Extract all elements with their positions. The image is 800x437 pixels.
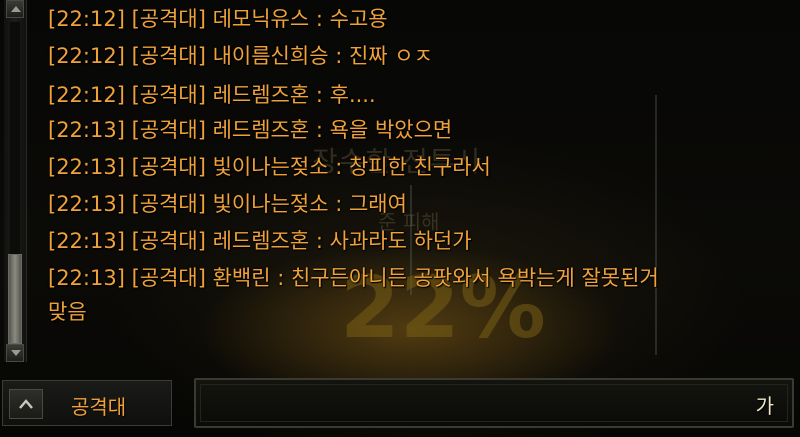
chat-message: [22:13] [공격대] 환백린 : 친구든아니든 공팟와서 욕박는게 잘못된… — [48, 266, 659, 290]
chat-input-field[interactable]: 가 — [194, 378, 794, 428]
chat-message: [22:13] [공격대] 빛이나는젖소 : 그래여 — [48, 192, 407, 216]
chat-input-bar: 공격대 가 — [0, 372, 800, 437]
scroll-down-button[interactable] — [6, 344, 24, 362]
scroll-up-arrow-icon — [11, 6, 21, 12]
chevron-up-icon — [19, 399, 33, 409]
chat-message: [22:13] [공격대] 레드렘즈혼 : 욕을 박았으면 — [48, 118, 453, 142]
scroll-up-button[interactable] — [6, 0, 24, 18]
scroll-down-arrow-icon — [11, 350, 21, 356]
chat-message: [22:12] [공격대] 레드렘즈혼 : 후.... — [48, 83, 376, 107]
chat-message: [22:12] [공격대] 데모닉유스 : 수고용 — [48, 7, 388, 31]
channel-label: 공격대 — [71, 395, 127, 419]
scroll-thumb[interactable] — [8, 254, 22, 344]
chat-log: [22:12] [공격대] 데모닉유스 : 수고용 [22:12] [공격대] … — [48, 0, 788, 340]
ime-mode-indicator[interactable]: 가 — [756, 390, 774, 419]
chat-input-inner[interactable] — [200, 384, 788, 422]
chat-message: [22:13] [공격대] 빛이나는젖소 : 창피한 친구라서 — [48, 155, 491, 179]
channel-toggle-button[interactable] — [9, 389, 43, 419]
chat-message-continuation: 맞음 — [48, 300, 87, 324]
chat-message: [22:13] [공격대] 레드렘즈혼 : 사과라도 하던가 — [48, 229, 472, 253]
chat-channel-selector[interactable]: 공격대 — [2, 380, 172, 426]
chat-message: [22:12] [공격대] 내이름신희승 : 진짜 ㅇㅈ — [48, 44, 433, 68]
chat-scrollbar[interactable] — [4, 0, 27, 362]
